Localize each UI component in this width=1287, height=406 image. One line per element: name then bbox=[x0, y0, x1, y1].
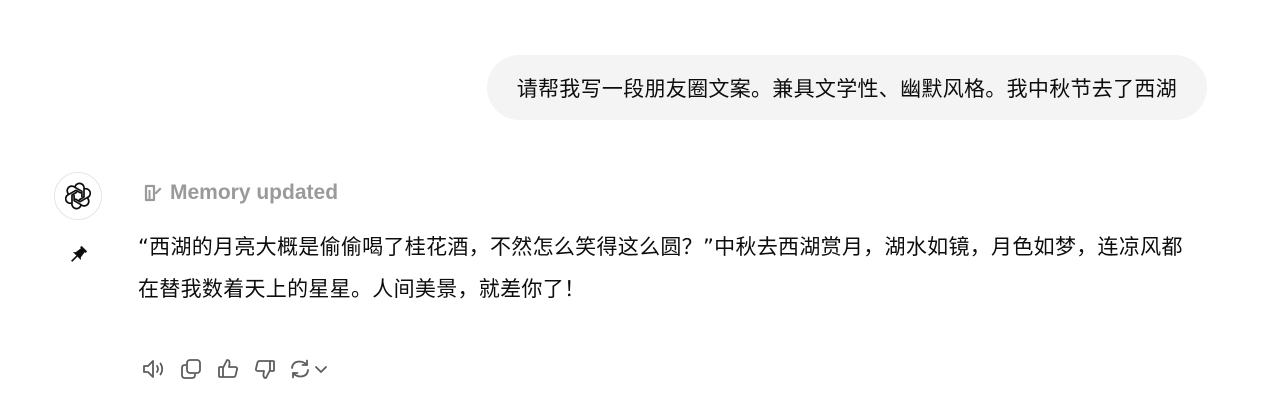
thumbs-up-button[interactable] bbox=[214, 355, 242, 383]
user-message-bubble: 请帮我写一段朋友圈文案。兼具文学性、幽默风格。我中秋节去了西湖 bbox=[486, 55, 1207, 120]
thumbs-down-button[interactable] bbox=[251, 355, 279, 383]
memory-updated-indicator[interactable]: Memory updated bbox=[142, 181, 338, 205]
assistant-avatar bbox=[54, 172, 102, 220]
memory-updated-label: Memory updated bbox=[170, 181, 339, 204]
pin-icon[interactable] bbox=[64, 241, 92, 269]
read-aloud-button[interactable] bbox=[140, 355, 168, 383]
regenerate-icon bbox=[291, 359, 309, 379]
thumbs-up-icon bbox=[218, 359, 238, 378]
chat-page: 请帮我写一段朋友圈文案。兼具文学性、幽默风格。我中秋节去了西湖 Memory u… bbox=[0, 0, 1287, 406]
regenerate-button[interactable] bbox=[288, 355, 328, 383]
copy-icon bbox=[181, 359, 201, 379]
thumbs-down-icon bbox=[255, 360, 275, 379]
assistant-message-text: “西湖的月亮大概是偷偷喝了桂花酒，不然怎么笑得这么圆？”中秋去西湖赏月，湖水如镜… bbox=[138, 235, 1183, 301]
openai-logo-icon bbox=[64, 182, 92, 210]
message-actions bbox=[140, 355, 328, 383]
chevron-down-icon bbox=[315, 366, 327, 373]
copy-button[interactable] bbox=[177, 355, 205, 383]
read-aloud-icon bbox=[143, 360, 164, 378]
memory-icon bbox=[144, 184, 162, 202]
user-message-text: 请帮我写一段朋友圈文案。兼具文学性、幽默风格。我中秋节去了西湖 bbox=[516, 76, 1177, 101]
